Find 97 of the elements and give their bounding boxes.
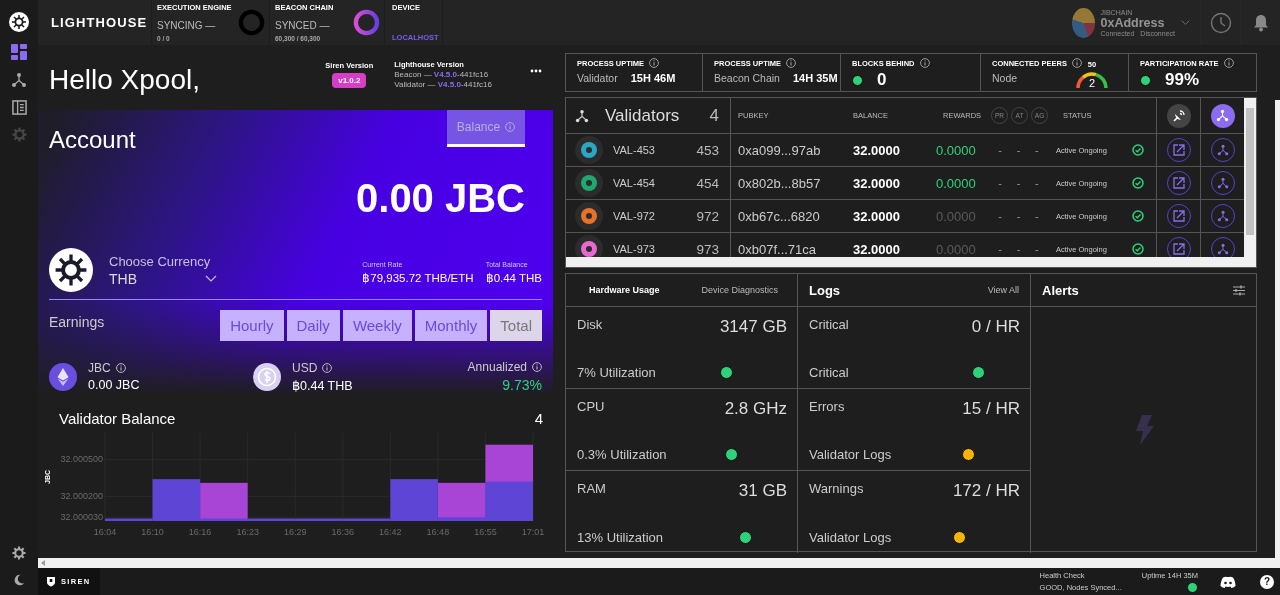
metric-value: 3147 GB <box>719 317 787 338</box>
metric-value: 2.8 GHz <box>724 399 787 420</box>
validator-index: 453 <box>696 142 719 158</box>
table-cell: - <box>1035 144 1039 156</box>
axis-label: 16:42 <box>379 527 402 537</box>
stat-value: 0.00 JBC <box>88 378 140 392</box>
metric-detail: 0.3% Utilization <box>577 447 668 462</box>
pubkey: 0x802b...8b57 <box>737 175 822 191</box>
field-label: Choose Currency <box>109 253 212 269</box>
metric-name: Critical <box>809 317 850 334</box>
rate-value: ฿79,935.72 THB/ETH <box>362 271 474 285</box>
metric-detail: Critical <box>809 365 850 380</box>
table-cell: - <box>1035 177 1039 189</box>
stat-value: 99% <box>1165 70 1200 90</box>
table-cell: - <box>998 243 1002 255</box>
stat-label: JBC <box>88 361 111 375</box>
card-title: Account <box>49 125 136 154</box>
rewards: 0.0000 <box>936 175 977 191</box>
balance: 32.0000 <box>852 208 901 224</box>
pubkey: 0xb67c...6820 <box>737 208 821 224</box>
validator-count: 4 <box>534 410 543 427</box>
axis-label: 32.000200 <box>60 491 103 502</box>
version-text: Validator — V4.5.0-441fc16 <box>394 80 492 89</box>
metric-detail: 13% Utilization <box>577 530 664 545</box>
stat-value: ฿0.44 THB <box>292 377 353 393</box>
axis-label: 16:04 <box>93 527 117 537</box>
gauge-value: 2 <box>1087 77 1097 89</box>
metric-name: CPU <box>577 399 606 416</box>
metric-detail: Validator Logs <box>809 447 893 462</box>
pubkey: 0xb07f...71ca <box>737 241 818 257</box>
rewards: 0.0000 <box>936 208 977 224</box>
version-text: Beacon — V4.5.0-441fc16 <box>394 70 490 79</box>
metric-value: 31 GB <box>738 481 787 502</box>
validator-name: VAL-972 <box>613 210 656 222</box>
axis-label: 16:36 <box>331 527 355 537</box>
balance-amount: 0.00 JBC <box>356 178 525 218</box>
stat-label: Node <box>992 71 1018 84</box>
balance: 32.0000 <box>852 241 901 257</box>
metric-value: 172 / HR <box>952 481 1020 502</box>
axis-label: 17:01 <box>521 527 545 537</box>
section-label: Earnings <box>49 313 106 330</box>
stat-label: Annualized <box>467 360 527 374</box>
axis-label: 16:55 <box>474 527 497 537</box>
axis-label: 16:23 <box>236 527 259 537</box>
rewards: 0.0000 <box>936 241 977 257</box>
logo-text: LIGHTHOUSE <box>51 15 148 30</box>
pubkey: 0xa099...97ab <box>737 142 822 158</box>
axis-label: 16:48 <box>426 527 450 537</box>
validator-name: VAL-453 <box>613 144 656 156</box>
validator-count: 4 <box>709 105 719 126</box>
axis-label: 16:10 <box>141 527 164 537</box>
stat-label: Beacon Chain <box>714 72 780 84</box>
validator-name: VAL-973 <box>613 243 656 255</box>
section-title: Validator Balance <box>59 410 176 427</box>
sync-status: SYNCING — <box>157 20 217 31</box>
axis-label: 32.000500 <box>60 454 103 465</box>
stat-value: 15H 46M <box>630 72 676 84</box>
metric-name: Warnings <box>809 481 865 498</box>
version-badge: v1.0.2 <box>332 73 367 88</box>
validator-index: 454 <box>696 175 719 191</box>
total-value: ฿0.44 THB <box>485 271 542 285</box>
validator-index: 972 <box>696 208 719 224</box>
stat-value: 9.73% <box>502 377 542 393</box>
table-cell: - <box>1016 177 1021 189</box>
stat-label: USD <box>292 360 318 375</box>
metric-name: RAM <box>577 481 607 498</box>
metric-value: 0 / HR <box>971 317 1020 338</box>
table-cell: - <box>1035 210 1039 222</box>
axis-label: 32.000030 <box>60 512 103 523</box>
balance: 32.0000 <box>852 175 901 191</box>
validator-index: 973 <box>696 241 719 257</box>
metric-value: 15 / HR <box>962 399 1020 420</box>
axis-label: 16:29 <box>283 527 307 537</box>
metric-name: Errors <box>809 399 846 416</box>
metric-name: Disk <box>577 317 604 334</box>
sync-status: SYNCED — <box>275 20 331 31</box>
greeting-title: Hello Xpool, <box>49 62 201 96</box>
validator-name: VAL-454 <box>613 177 656 189</box>
stat-label: Validator <box>577 72 618 84</box>
metric-detail: 7% Utilization <box>577 365 657 380</box>
table-cell: - <box>998 210 1002 222</box>
stat-value: 0 <box>877 70 887 90</box>
table-cell: - <box>998 144 1002 156</box>
stat-value: 14H 35M <box>792 72 838 84</box>
table-cell: - <box>1016 243 1021 255</box>
balance: 32.0000 <box>852 142 901 158</box>
wallet-address: 0xAddress <box>1100 15 1166 30</box>
panel-title: Alerts <box>1042 282 1079 298</box>
rewards: 0.0000 <box>936 142 977 158</box>
table-title: Validators <box>604 105 681 126</box>
axis-label: 16:16 <box>188 527 212 537</box>
metric-detail: Validator Logs <box>809 530 893 545</box>
table-cell: - <box>1035 243 1039 255</box>
table-cell: - <box>1016 210 1021 222</box>
table-cell: - <box>998 177 1002 189</box>
panel-title: Logs <box>809 282 841 298</box>
table-cell: - <box>1016 144 1021 156</box>
